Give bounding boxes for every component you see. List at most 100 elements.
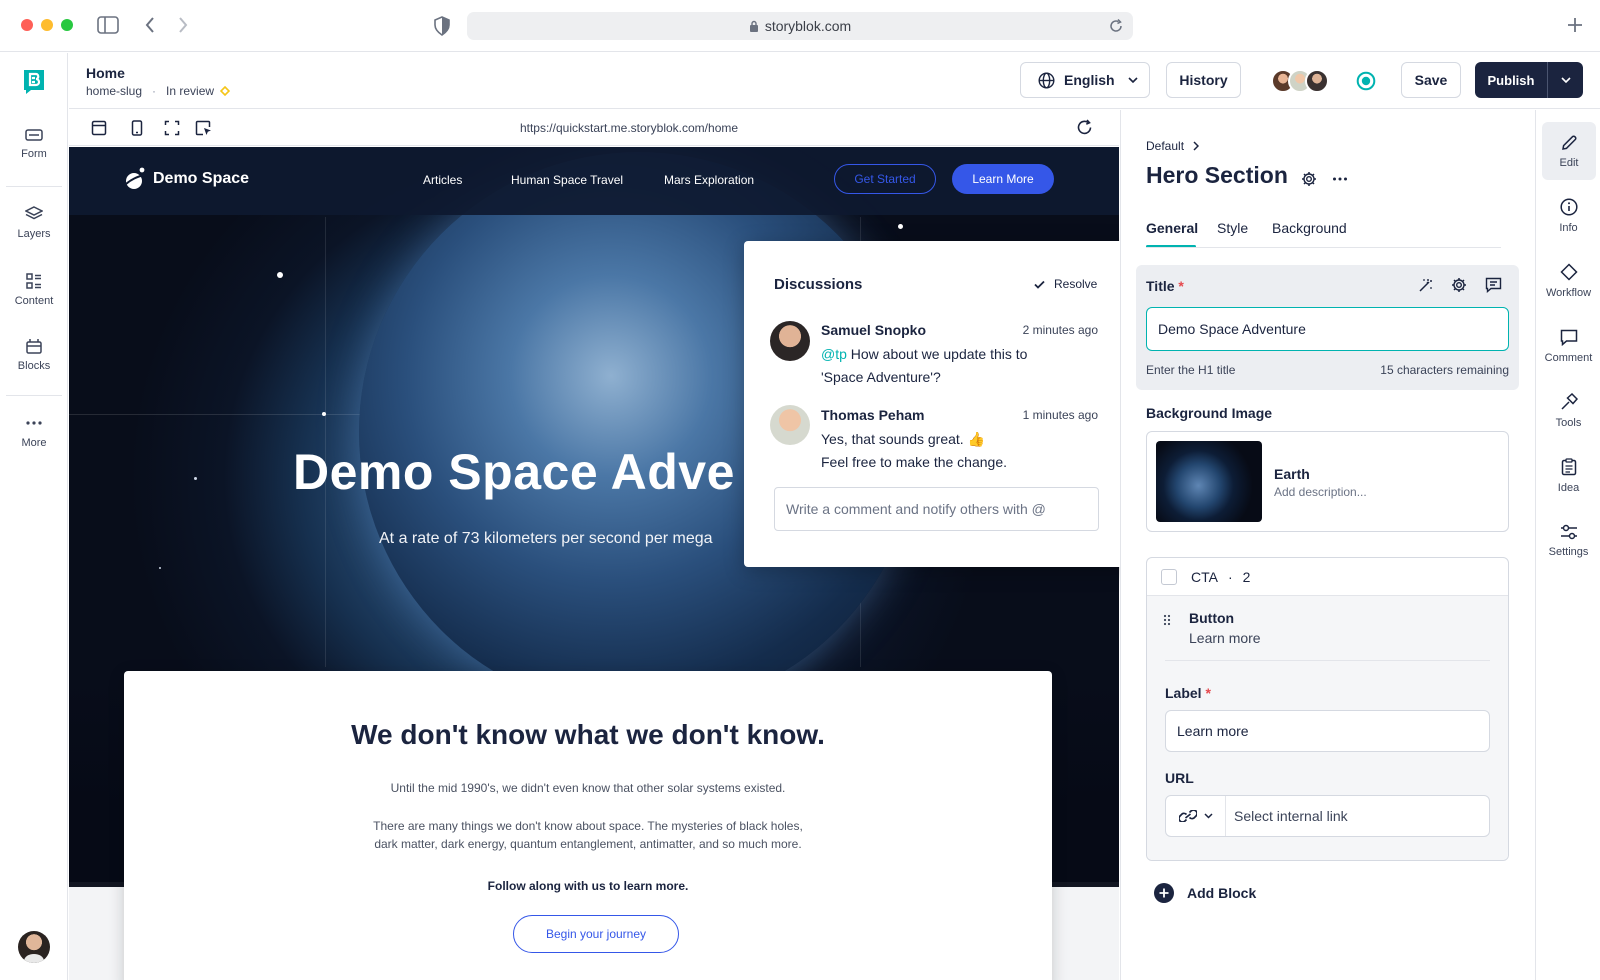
desktop-view-icon[interactable] [91, 120, 107, 136]
address-text: storyblok.com [764, 18, 852, 34]
site-nav-articles[interactable]: Articles [423, 173, 462, 187]
publish-options-button[interactable] [1548, 62, 1583, 98]
comment-icon [1560, 329, 1578, 352]
status-label[interactable]: In review [166, 84, 214, 98]
block-settings-gear-icon[interactable] [1301, 171, 1317, 187]
close-window-button[interactable] [21, 19, 33, 31]
drag-handle-icon[interactable] [1163, 614, 1171, 626]
link-icon [1178, 810, 1197, 822]
in-review-diamond-icon [220, 86, 231, 96]
asset-description-input[interactable]: Add description... [1274, 485, 1367, 499]
address-bar[interactable]: storyblok.com [467, 12, 1133, 40]
forward-arrow-icon[interactable] [177, 16, 189, 34]
comment-time: 2 minutes ago [1022, 323, 1098, 337]
right-nav-edit[interactable]: Edit [1542, 122, 1596, 180]
content-icon [26, 273, 42, 295]
content-card[interactable]: We don't know what we don't know. Until … [124, 671, 1052, 980]
tab-background[interactable]: Background [1272, 220, 1347, 236]
cta-header[interactable]: CTA · 2 [1147, 558, 1508, 596]
title-field-label: Title * [1146, 278, 1184, 294]
sidebar-item-blocks[interactable]: Blocks [0, 338, 68, 394]
right-nav-label: Workflow [1545, 287, 1592, 299]
history-button[interactable]: History [1166, 62, 1241, 98]
preview-url[interactable]: https://quickstart.me.storyblok.com/home [369, 110, 889, 146]
tools-icon [1560, 393, 1578, 417]
right-nav-comment[interactable]: Comment [1536, 317, 1600, 375]
breadcrumb[interactable]: Default [1146, 139, 1200, 153]
star [159, 567, 161, 569]
card-paragraph-1: Until the mid 1990's, we didn't even kno… [390, 781, 786, 795]
discussions-popover: Discussions Resolve Samuel Snopko 2 minu… [744, 241, 1128, 567]
fullscreen-icon[interactable] [164, 120, 180, 136]
save-button[interactable]: Save [1401, 62, 1461, 98]
minimize-window-button[interactable] [41, 19, 53, 31]
comment-input[interactable]: Write a comment and notify others with @ [774, 487, 1099, 531]
resolve-button[interactable]: Resolve [1034, 277, 1097, 291]
background-image-asset[interactable]: Earth Add description... [1146, 431, 1509, 532]
card-paragraph-2-line-1: There are many things we don't know abou… [373, 819, 803, 833]
earth-thumbnail[interactable] [1156, 441, 1262, 522]
site-logo[interactable]: Demo Space [124, 167, 249, 191]
right-nav-workflow[interactable]: Workflow [1536, 252, 1600, 310]
field-settings-gear-icon[interactable] [1451, 277, 1467, 293]
language-select[interactable]: English [1020, 62, 1150, 98]
user-avatar[interactable] [18, 931, 50, 963]
card-paragraph-3: Follow along with us to learn more. [487, 879, 689, 893]
right-nav-settings[interactable]: Settings [1536, 512, 1600, 570]
site-nav: Demo Space Articles Human Space Travel M… [69, 147, 1119, 215]
tab-general[interactable]: General [1146, 220, 1198, 236]
sidebar-item-layers[interactable]: Layers [0, 206, 68, 262]
card-paragraph-2-line-2: dark matter, dark energy, quantum entang… [374, 837, 802, 851]
publish-button[interactable]: Publish [1475, 62, 1547, 98]
collaborator-avatars[interactable] [1271, 69, 1333, 93]
right-nav-info[interactable]: Info [1536, 187, 1600, 245]
block-editor-panel: Default Hero Section General Style Backg… [1120, 110, 1535, 980]
tab-style[interactable]: Style [1217, 220, 1248, 236]
refresh-icon[interactable] [1076, 119, 1093, 136]
field-comment-icon[interactable] [1485, 277, 1502, 293]
comment-mention[interactable]: @tp [821, 346, 847, 362]
right-nav-label: Edit [1559, 156, 1579, 169]
add-block-button[interactable]: Add Block [1154, 883, 1256, 903]
right-nav-label: Idea [1557, 482, 1580, 494]
right-nav-idea[interactable]: Idea [1536, 447, 1600, 505]
learn-more-button[interactable]: Learn More [952, 164, 1054, 194]
internal-link-select[interactable]: Select internal link [1234, 808, 1348, 824]
live-preview-icon[interactable] [1356, 71, 1376, 91]
sidebar-divider [6, 186, 62, 187]
maximize-window-button[interactable] [61, 19, 73, 31]
get-started-button[interactable]: Get Started [834, 164, 936, 194]
back-arrow-icon[interactable] [144, 16, 156, 34]
shield-icon[interactable] [434, 16, 450, 36]
hero-subtitle[interactable]: At a rate of 73 kilometers per second pe… [379, 530, 713, 548]
ai-magic-wand-icon[interactable] [1418, 277, 1434, 293]
checkmark-icon [1034, 280, 1045, 289]
sidebar-item-content[interactable]: Content [0, 273, 68, 329]
cta-checkbox[interactable] [1161, 568, 1177, 585]
reload-icon[interactable] [1109, 19, 1123, 33]
sidebar-item-label: Blocks [17, 360, 51, 372]
nested-block-name[interactable]: Button [1189, 610, 1234, 626]
title-input[interactable]: Demo Space Adventure [1146, 307, 1509, 351]
link-type-select[interactable] [1166, 796, 1226, 836]
sidebar-toggle-icon[interactable] [97, 16, 119, 34]
mobile-view-icon[interactable] [131, 120, 143, 136]
storyblok-logo-icon[interactable] [22, 68, 46, 96]
begin-journey-button[interactable]: Begin your journey [513, 915, 679, 953]
label-input[interactable]: Learn more [1165, 710, 1490, 752]
hero-title[interactable]: Demo Space Adve [293, 443, 735, 501]
star [322, 412, 326, 416]
select-element-icon[interactable] [195, 120, 212, 137]
right-nav-tools[interactable]: Tools [1536, 382, 1600, 440]
avatar[interactable] [1305, 69, 1329, 93]
breadcrumb-item[interactable]: Default [1146, 139, 1184, 153]
right-nav-label: Info [1559, 222, 1578, 234]
cta-divider [1165, 660, 1490, 661]
sidebar-item-more[interactable]: More [0, 415, 68, 471]
right-nav-label: Settings [1548, 546, 1589, 558]
new-tab-icon[interactable] [1566, 16, 1584, 34]
block-more-options-icon[interactable] [1332, 172, 1348, 186]
site-nav-mars-exploration[interactable]: Mars Exploration [664, 173, 754, 187]
sidebar-item-form[interactable]: Form [0, 128, 68, 184]
site-nav-human-space-travel[interactable]: Human Space Travel [511, 173, 623, 187]
